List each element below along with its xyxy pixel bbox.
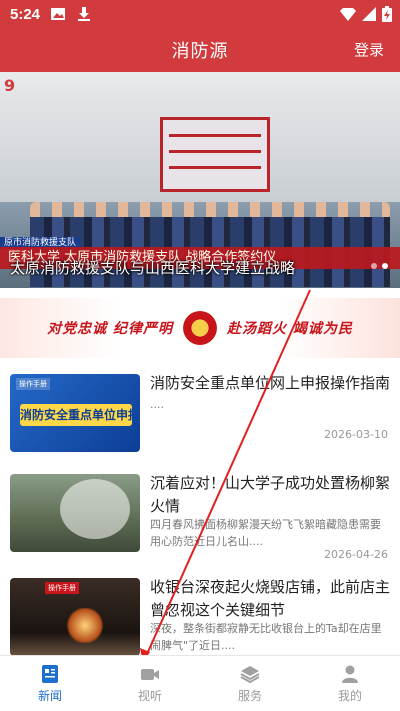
news-item[interactable]: 操作手册 消防安全重点单位申报 消防安全重点单位网上申报操作指南 .... 20…: [0, 364, 400, 464]
tab-label: 新闻: [37, 688, 62, 703]
slogan-left: 对党忠诚 纪律严明: [47, 321, 173, 337]
bottom-tab-bar: 新闻 视听 服务 我的: [0, 655, 400, 711]
news-item[interactable]: 操作手册 收银台深夜起火烧毁店铺，此前店主曾忽视这个关键细节 深夜，整条街都寂静…: [0, 568, 400, 668]
news-subtitle: 四月春风拂面杨柳絮漫天纷飞飞絮暗藏隐患需要用心防范近日儿名山....: [150, 518, 381, 548]
news-title: 收银台深夜起火烧毁店铺，此前店主曾忽视这个关键细节: [150, 578, 391, 619]
status-right: [340, 6, 392, 22]
banner-backdrop-screen: [160, 117, 270, 192]
banner-carousel[interactable]: 9 原市消防救援支队 医科大学 太原市消防救援支队 战略合作签约仪 太原消防救援…: [0, 72, 400, 288]
profile-icon: [342, 665, 358, 683]
news-title: 沉着应对！山大学子成功处置杨柳絮火情: [150, 474, 391, 515]
title-bar: 消防源 登录: [0, 30, 400, 70]
news-item[interactable]: 沉着应对！山大学子成功处置杨柳絮火情 四月春风拂面杨柳絮漫天纷飞飞絮暗藏隐患需要…: [0, 464, 400, 564]
tab-profile[interactable]: 我的: [300, 656, 400, 711]
status-bar: 5:24: [0, 0, 400, 28]
login-button[interactable]: 登录: [354, 39, 384, 60]
thumbnail-tag: 操作手册: [16, 378, 50, 390]
fire-emblem-icon: [183, 311, 217, 345]
signal-icon: [362, 7, 376, 21]
tab-service[interactable]: 服务: [200, 656, 300, 711]
tab-label: 视听: [137, 688, 162, 703]
news-subtitle: ....: [150, 398, 164, 411]
thumbnail-text: 消防安全重点单位申报: [20, 404, 132, 426]
top-bar: 5:24 消防源 登录: [0, 0, 400, 72]
tab-video[interactable]: 视听: [100, 656, 200, 711]
slogan-banner: 对党忠诚 纪律严明 赴汤蹈火 竭诚为民: [0, 298, 400, 358]
banner-logo: 9: [4, 76, 16, 95]
status-time: 5:24: [10, 5, 41, 23]
gallery-icon: [51, 8, 66, 20]
tab-label: 我的: [337, 688, 362, 703]
app-screen: 5:24 消防源 登录 9 原市消防救援支队 医科大学 太原市消防救援支队 战略…: [0, 0, 400, 711]
news-date: 2026-03-10: [324, 428, 388, 441]
carousel-dot-active[interactable]: [382, 263, 388, 269]
download-icon: [78, 7, 91, 21]
battery-icon: [382, 6, 392, 22]
news-thumbnail: 操作手册: [10, 578, 140, 656]
news-date: 2026-04-26: [324, 548, 388, 561]
layers-icon: [240, 665, 260, 683]
slogan-right: 赴汤蹈火 竭诚为民: [227, 321, 353, 337]
carousel-dot[interactable]: [371, 263, 377, 269]
carousel-dots: [371, 263, 388, 269]
news-subtitle: 深夜，整条街都寂静无比收银台上的Ta却在店里闹脾气"了近日....: [150, 622, 382, 652]
news-thumbnail: 操作手册 消防安全重点单位申报: [10, 374, 140, 452]
news-title: 消防安全重点单位网上申报操作指南: [150, 374, 391, 392]
banner-caption[interactable]: 太原消防救援支队与山西医科大学建立战略: [10, 257, 295, 278]
news-icon: [42, 664, 58, 683]
page-title: 消防源: [171, 41, 229, 62]
wifi-icon: [340, 8, 356, 21]
news-thumbnail: [10, 474, 140, 552]
tab-news[interactable]: 新闻: [0, 656, 100, 711]
video-icon: [141, 668, 159, 680]
thumbnail-tag: 操作手册: [45, 582, 79, 594]
tab-label: 服务: [237, 688, 262, 703]
